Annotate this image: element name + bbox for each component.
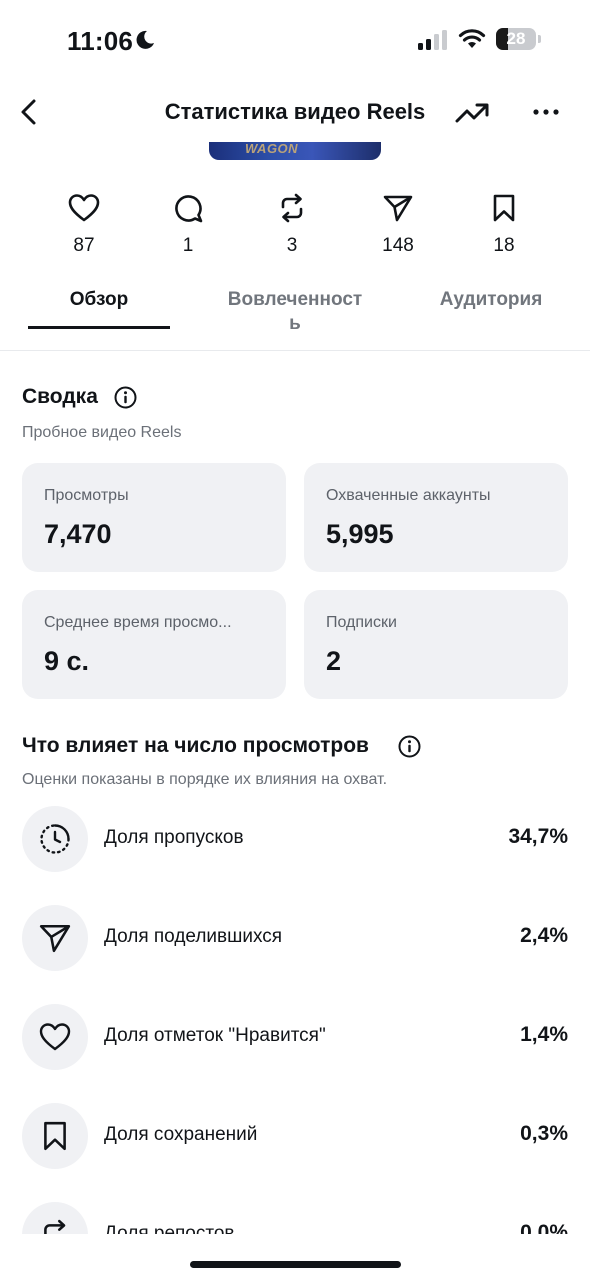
- factor-label: Доля пропусков: [104, 827, 244, 848]
- page-title: Статистика видео Reels: [164, 99, 426, 124]
- tab-active-indicator: [28, 326, 170, 329]
- factor-value: 1,4%: [520, 1023, 568, 1046]
- stat-shares-value: 148: [382, 235, 414, 256]
- stat-reposts-value: 3: [286, 235, 298, 256]
- header: Статистика видео Reels: [0, 82, 590, 142]
- card-value: 9 с.: [44, 646, 90, 676]
- factor-skip-rate[interactable]: Доля пропусков 34,7%: [0, 806, 590, 872]
- stat-saves: 18: [464, 193, 544, 257]
- summary-subtitle: Пробное видео Reels: [22, 424, 182, 441]
- factors-subtitle: Оценки показаны в порядке их влияния на …: [22, 771, 388, 788]
- card-label: Подписки: [326, 614, 397, 631]
- factor-label: Доля сохранений: [104, 1124, 258, 1145]
- bookmark-icon: [493, 194, 515, 222]
- card-label: Охваченные аккаунты: [326, 487, 491, 504]
- thumbnail-text: WAGON: [245, 141, 299, 156]
- status-time: 11:06: [67, 26, 134, 56]
- more-options-icon[interactable]: [530, 100, 562, 124]
- card-views[interactable]: Просмотры 7,470: [22, 463, 286, 572]
- bookmark-icon: [44, 1121, 66, 1151]
- stat-likes-value: 87: [73, 235, 95, 256]
- stat-comments-value: 1: [182, 235, 194, 256]
- wifi-icon: [458, 29, 486, 48]
- card-reached-accounts[interactable]: Охваченные аккаунты 5,995: [304, 463, 568, 572]
- stat-saves-value: 18: [493, 235, 515, 256]
- card-value: 2: [326, 646, 342, 676]
- stat-reposts: 3: [252, 193, 332, 257]
- card-value: 5,995: [326, 519, 394, 549]
- card-label: Просмотры: [44, 487, 129, 504]
- factor-value: 0,3%: [520, 1122, 568, 1145]
- divider: [0, 350, 590, 351]
- signal-icon: [418, 30, 447, 50]
- status-bar: 11:06 28: [0, 0, 590, 82]
- info-icon[interactable]: [114, 386, 137, 409]
- stat-shares: 148: [358, 193, 438, 257]
- tab-engagement[interactable]: Вовлеченност ь: [222, 288, 368, 336]
- share-icon: [383, 195, 413, 222]
- summary-title: Сводка: [22, 385, 98, 408]
- stat-comments: 1: [148, 193, 228, 257]
- factor-label: Доля поделившихся: [104, 926, 283, 947]
- home-indicator[interactable]: [190, 1261, 401, 1268]
- factors-title: Что влияет на число просмотров: [22, 734, 369, 757]
- comment-icon: [175, 195, 203, 223]
- bottom-safe-area: [0, 1234, 590, 1280]
- factor-like-rate[interactable]: Доля отметок "Нравится" 1,4%: [0, 1004, 590, 1070]
- share-icon: [39, 924, 71, 953]
- factor-save-rate[interactable]: Доля сохранений 0,3%: [0, 1103, 590, 1169]
- trend-icon[interactable]: [455, 98, 489, 126]
- heart-icon: [68, 194, 100, 222]
- battery-level: 28: [506, 29, 526, 48]
- card-avg-watch-time[interactable]: Среднее время просмо... 9 с.: [22, 590, 286, 699]
- stat-likes: 87: [44, 193, 124, 257]
- factor-label: Доля отметок "Нравится": [104, 1025, 326, 1046]
- card-label: Среднее время просмо...: [44, 614, 232, 631]
- factor-value: 2,4%: [520, 924, 568, 947]
- card-value: 7,470: [44, 519, 112, 549]
- moon-icon: [136, 30, 154, 49]
- back-icon[interactable]: [14, 96, 44, 128]
- info-icon[interactable]: [398, 735, 421, 758]
- card-follows[interactable]: Подписки 2: [304, 590, 568, 699]
- factor-share-rate[interactable]: Доля поделившихся 2,4%: [0, 905, 590, 971]
- skip-clock-icon: [40, 824, 70, 854]
- tab-overview[interactable]: Обзор: [28, 288, 170, 312]
- repost-icon: [281, 193, 303, 223]
- tab-audience[interactable]: Аудитория: [430, 288, 552, 312]
- factor-value: 34,7%: [508, 825, 568, 848]
- heart-icon: [39, 1023, 71, 1051]
- reel-thumbnail[interactable]: WAGON: [209, 140, 381, 160]
